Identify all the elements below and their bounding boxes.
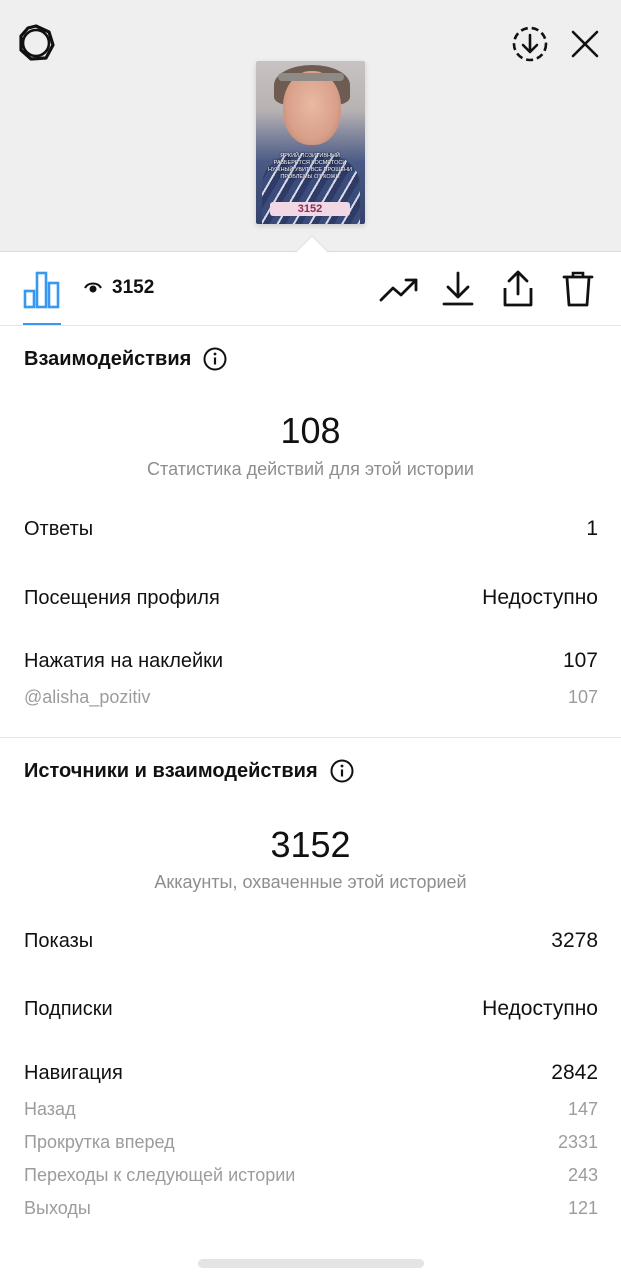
stat-subrow-exits: Выходы 121 [24, 1198, 598, 1219]
stat-label: Показы [24, 930, 94, 952]
tab-insights[interactable] [22, 269, 62, 309]
discovery-title-text: Источники и взаимодействия [24, 759, 318, 782]
eye-icon [84, 282, 102, 293]
story-preview-area: ЯРКИЙ ПОЗИТИВНЫЙ РАЗБЕРЕТСЯ КОСМЕТОСИ НУ… [0, 0, 621, 252]
share-button[interactable] [496, 269, 540, 309]
story-thumbnail[interactable]: ЯРКИЙ ПОЗИТИВНЫЙ РАЗБЕРЕТСЯ КОСМЕТОСИ НУ… [256, 61, 365, 224]
stat-sublabel: @alisha_pozitiv [24, 687, 151, 707]
thumbnail-sticker: 3152 [270, 202, 350, 216]
stat-label: Посещения профиля [24, 587, 220, 609]
views-counter[interactable]: 3152 [84, 277, 154, 299]
stat-subrow-back: Назад 147 [24, 1099, 598, 1120]
stat-row-replies: Ответы 1 [24, 517, 598, 541]
info-icon[interactable] [330, 759, 354, 783]
stat-subvalue: 121 [567, 1198, 598, 1218]
stat-value: 107 [562, 649, 598, 672]
close-icon [571, 30, 599, 58]
stat-sublabel: Назад [24, 1099, 76, 1119]
stat-row-navigation: Навигация 2842 [24, 1061, 598, 1085]
stat-subvalue: 243 [567, 1165, 598, 1185]
stat-subvalue: 147 [567, 1099, 598, 1119]
stat-subrow-next-story: Переходы к следующей истории 243 [24, 1165, 598, 1186]
discovery-total: 3152 [270, 824, 351, 865]
discovery-title: Источники и взаимодействия [24, 759, 354, 783]
stat-label: Навигация [24, 1062, 123, 1084]
interactions-title: Взаимодействия [24, 347, 227, 371]
home-indicator[interactable] [198, 1259, 424, 1268]
stat-subvalue: 2331 [557, 1132, 598, 1152]
stat-label: Ответы [24, 518, 94, 540]
stat-value: Недоступно [482, 997, 598, 1020]
stat-row-impressions: Показы 3278 [24, 929, 598, 953]
interactions-total: 108 [280, 410, 341, 451]
stat-row-sticker-taps: Нажатия на наклейки 107 [24, 649, 598, 673]
stat-subrow-mention[interactable]: @alisha_pozitiv 107 [24, 687, 598, 708]
stat-row-profile-visits: Посещения профиля Недоступно [24, 586, 598, 610]
promote-button[interactable] [377, 269, 421, 309]
save-story-button[interactable] [508, 22, 552, 66]
stat-value: 3278 [551, 929, 598, 952]
stat-value: 1 [586, 517, 598, 540]
download-icon [442, 271, 474, 306]
close-button[interactable] [565, 24, 605, 64]
download-circle-icon [512, 26, 548, 62]
thumbnail-face [283, 71, 341, 145]
bar-chart-icon [23, 271, 60, 309]
discovery-subtitle: Аккаунты, охваченные этой историей [154, 872, 467, 892]
stat-sublabel: Переходы к следующей истории [24, 1165, 296, 1185]
stat-subvalue: 107 [567, 687, 598, 707]
views-count: 3152 [112, 277, 155, 298]
settings-button[interactable] [14, 23, 58, 63]
active-tab-indicator [23, 323, 61, 325]
stat-label: Подписки [24, 998, 113, 1020]
interactions-subtitle: Статистика действий для этой истории [147, 459, 474, 479]
share-icon [503, 270, 533, 307]
delete-button[interactable] [556, 269, 600, 309]
stat-value: Недоступно [482, 586, 598, 609]
stat-sublabel: Прокрутка вперед [24, 1132, 175, 1152]
stat-label: Нажатия на наклейки [24, 650, 224, 672]
thumbnail-hairband [278, 73, 344, 81]
trash-icon [562, 271, 594, 307]
download-button[interactable] [436, 269, 480, 309]
interactions-title-text: Взаимодействия [24, 347, 192, 370]
story-toolbar: 3152 [0, 253, 621, 326]
section-divider [0, 737, 621, 738]
stat-row-follows: Подписки Недоступно [24, 997, 598, 1021]
trend-icon [379, 278, 418, 302]
stat-value: 2842 [551, 1061, 598, 1084]
thumbnail-caption: ЯРКИЙ ПОЗИТИВНЫЙ РАЗБЕРЕТСЯ КОСМЕТОСИ НУ… [268, 153, 352, 180]
info-icon[interactable] [203, 347, 227, 371]
stat-sublabel: Выходы [24, 1198, 91, 1218]
settings-icon [19, 24, 55, 61]
stat-subrow-forward: Прокрутка вперед 2331 [24, 1132, 598, 1153]
